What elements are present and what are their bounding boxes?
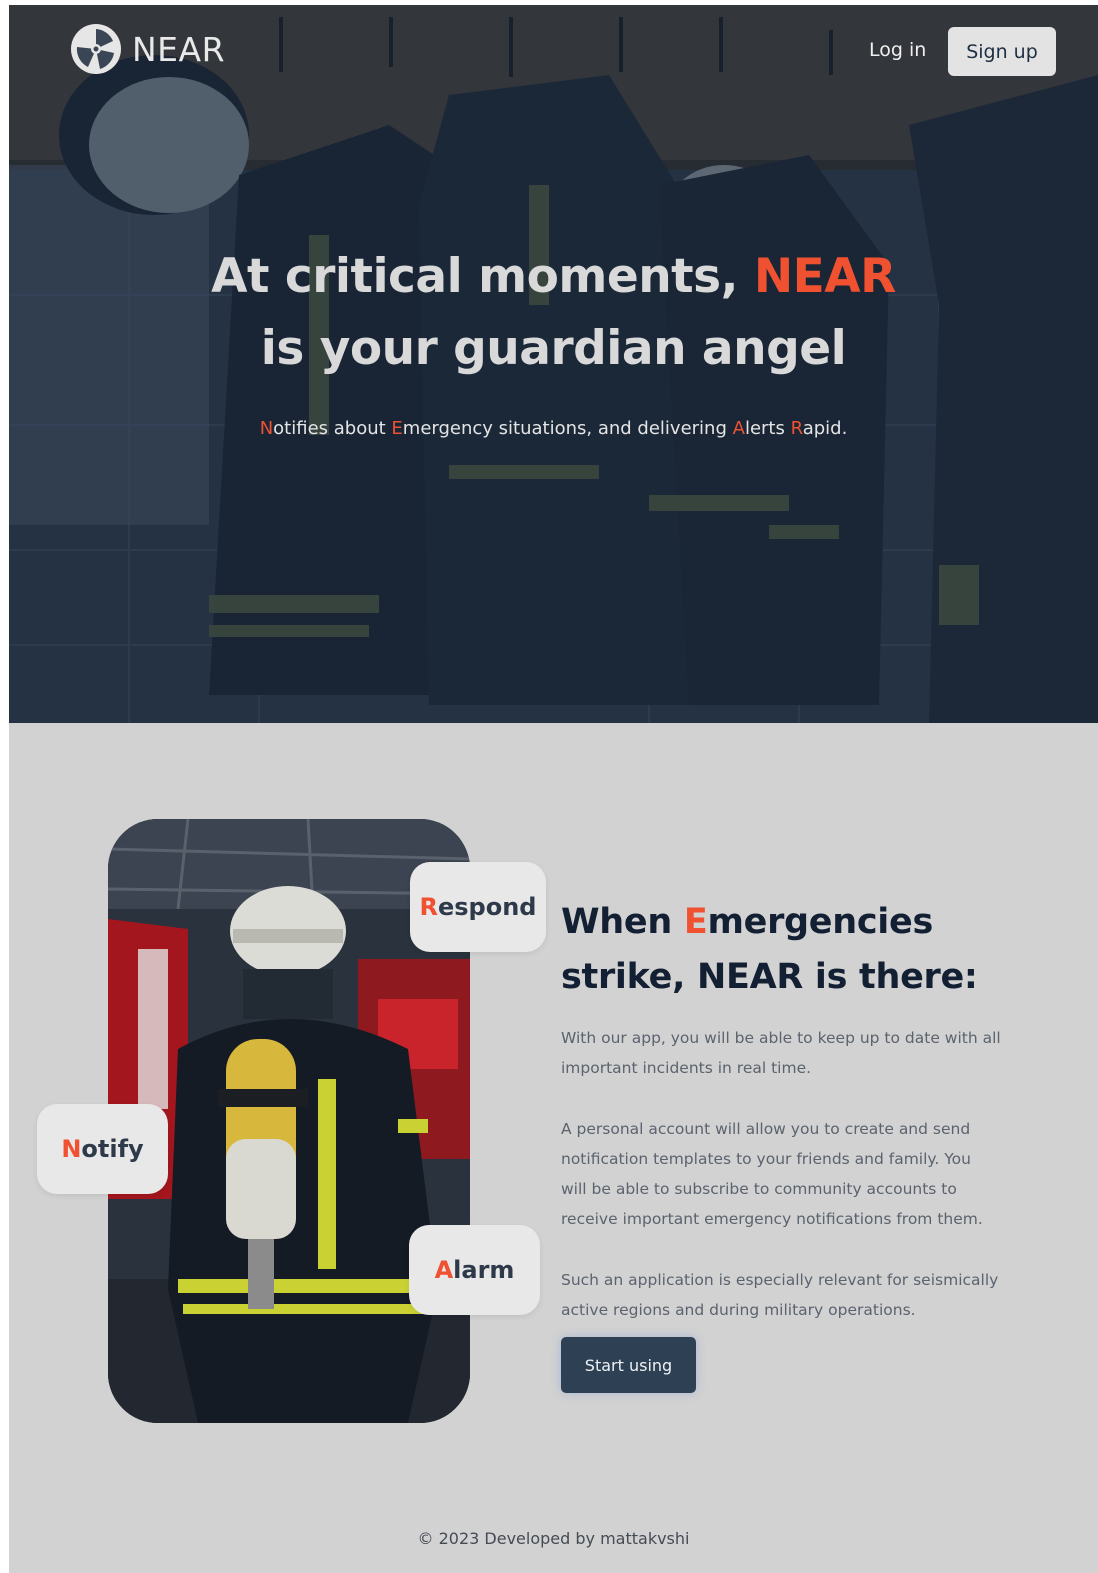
feature-title-part1: When [561, 902, 684, 942]
brand-name: NEAR [132, 29, 226, 69]
hero-title-part1: At critical moments, [211, 249, 754, 304]
login-link[interactable]: Log in [869, 39, 926, 61]
hero-sub-text-4: apid. [802, 418, 848, 439]
feature-title-accent: E [683, 902, 708, 942]
hero-title: At critical moments, NEAR is your guardi… [9, 241, 1098, 385]
alarm-badge: Alarm [409, 1225, 540, 1315]
respond-badge: Respond [410, 862, 546, 952]
hero-sub-initial-r: R [790, 418, 803, 439]
feature-paragraph-2: A personal account will allow you to cre… [561, 1120, 983, 1228]
hero-sub-text-3: lerts [744, 418, 791, 439]
respond-badge-initial: R [419, 893, 438, 921]
feature-title: When Emergencies strike, NEAR is there: [561, 895, 981, 1005]
aperture-logo-icon [71, 24, 121, 74]
start-using-button[interactable]: Start using [561, 1337, 696, 1393]
respond-badge-text: espond [437, 893, 537, 921]
hero-sub-initial-n: N [259, 418, 274, 439]
hero-title-accent: NEAR [753, 249, 897, 304]
hero-sub-initial-e: E [391, 418, 403, 439]
hero-sub-text-2: mergency situations, and delivering [402, 418, 733, 439]
notify-badge-text: otify [81, 1135, 144, 1163]
hero-subtitle: Notifies about Emergency situations, and… [9, 418, 1098, 439]
notify-badge-initial: N [61, 1135, 82, 1163]
feature-paragraph-1: With our app, you will be able to keep u… [561, 1029, 1001, 1077]
hero-sub-text-1: otifies about [273, 418, 392, 439]
notify-badge: Notify [37, 1104, 168, 1194]
hero-section: NEAR Log in Sign up At critical moments,… [9, 5, 1098, 723]
hero-title-part2: is your guardian angel [260, 321, 847, 376]
footer-credit: © 2023 Developed by mattakvshi [417, 1529, 690, 1548]
signup-button[interactable]: Sign up [948, 27, 1056, 76]
feature-paragraph-3: Such an application is especially releva… [561, 1271, 999, 1319]
brand-logo[interactable]: NEAR [70, 23, 225, 75]
alarm-badge-text: larm [453, 1256, 515, 1284]
alarm-badge-initial: A [434, 1256, 454, 1284]
hero-sub-initial-a: A [732, 418, 745, 439]
page: NEAR Log in Sign up At critical moments,… [9, 5, 1098, 1573]
